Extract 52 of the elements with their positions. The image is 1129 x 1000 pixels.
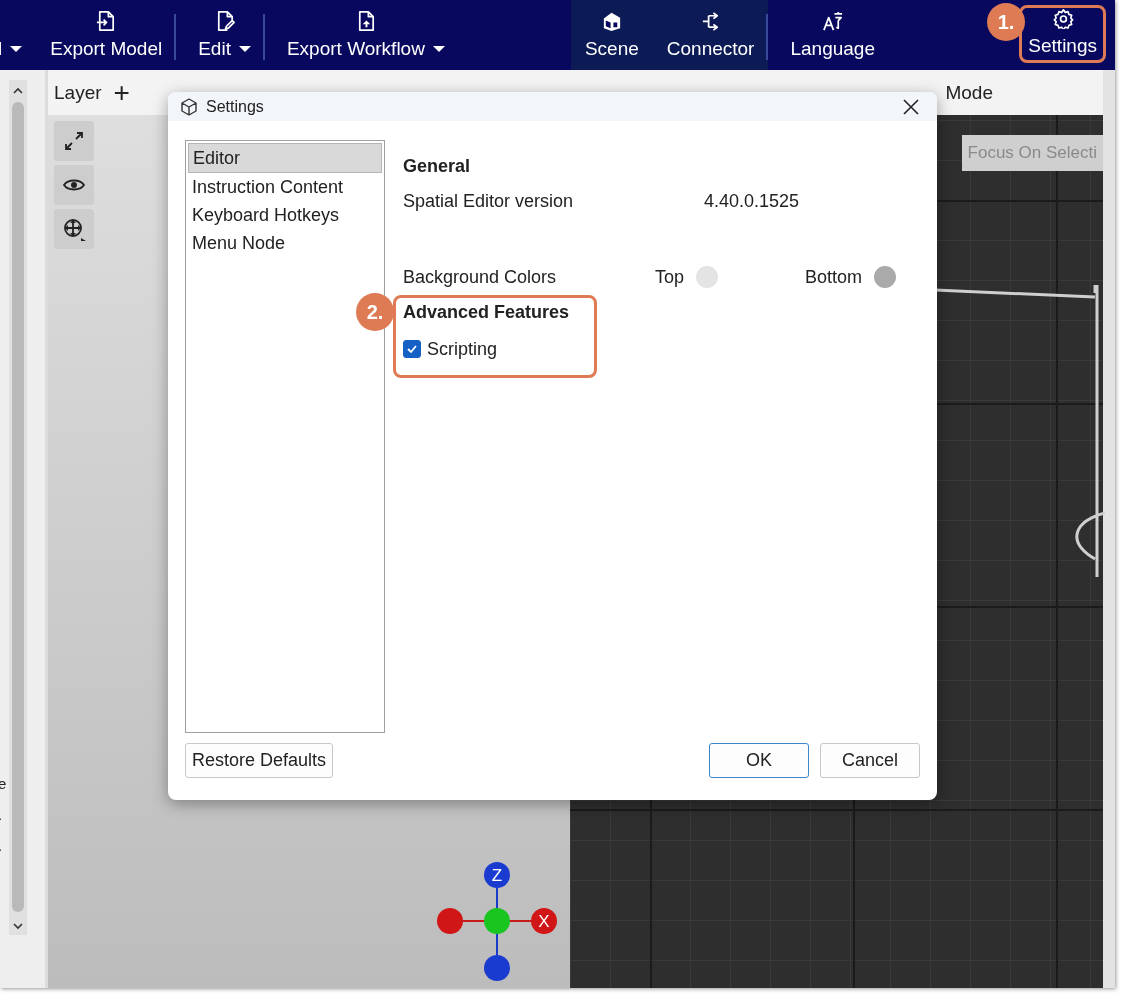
section-heading: General xyxy=(403,156,472,177)
section-heading: Advanced Features xyxy=(403,302,571,323)
step-badge: 2. xyxy=(356,293,394,332)
expand-icon xyxy=(62,129,86,153)
toolbar-button[interactable]: Export Workflow xyxy=(272,0,459,70)
axis-label: Z xyxy=(491,866,503,885)
toolbar-button[interactable]: Connector xyxy=(652,0,769,70)
color-swatch[interactable] xyxy=(696,266,719,289)
swatch-label: Bottom xyxy=(804,267,862,288)
nav-item[interactable]: Menu Node xyxy=(188,229,382,258)
toolbar-button[interactable]: Language xyxy=(776,0,889,70)
side-scrollbar[interactable] xyxy=(1103,70,1115,988)
toolbar-button[interactable]: l xyxy=(0,0,37,70)
tool-button[interactable] xyxy=(54,165,94,205)
nav-item[interactable]: Editor xyxy=(188,143,382,174)
scrollbar[interactable] xyxy=(9,80,27,935)
scroll-thumb[interactable] xyxy=(12,102,24,912)
swatch-label: Top xyxy=(655,267,685,288)
layer-label: Layer xyxy=(54,81,102,104)
check-icon xyxy=(406,343,418,356)
close-icon xyxy=(901,96,921,117)
color-swatch[interactable] xyxy=(874,266,896,289)
tool-button[interactable] xyxy=(54,209,94,249)
text-fragment: . xyxy=(0,837,4,854)
nav-item[interactable]: Keyboard Hotkeys xyxy=(188,201,382,230)
dialog-button[interactable]: OK xyxy=(709,743,809,779)
toolbar-button[interactable]: Export Model xyxy=(36,0,177,70)
add-layer-button[interactable]: + xyxy=(113,76,130,109)
caret-icon xyxy=(238,45,251,53)
cube-icon xyxy=(180,97,198,116)
axis-label: X xyxy=(538,912,550,931)
dialog-title: Settings xyxy=(206,97,265,116)
field-label: Background Colors xyxy=(403,267,558,288)
toolbar-button[interactable]: Scene xyxy=(570,0,653,70)
checkbox[interactable] xyxy=(403,340,421,359)
settings-icon xyxy=(1051,8,1074,29)
scroll-down-icon xyxy=(12,921,24,931)
caret-icon xyxy=(10,45,23,53)
checkbox-label: Scripting xyxy=(427,339,498,360)
field-value: 4.40.0.1525 xyxy=(704,191,800,212)
toolbar-button[interactable]: Edit xyxy=(184,0,265,70)
scroll-up-icon xyxy=(12,86,24,96)
caret-icon xyxy=(432,45,445,53)
nav-item[interactable]: Instruction Content xyxy=(188,173,382,202)
tool-button[interactable] xyxy=(54,121,94,161)
field-label: Spatial Editor version xyxy=(403,191,575,212)
translate-icon xyxy=(821,10,844,32)
text-fragment: . xyxy=(0,806,4,823)
dialog-button[interactable]: Restore Defaults xyxy=(185,743,334,779)
dialog-button[interactable]: Cancel xyxy=(820,743,920,779)
mode-label: Mode xyxy=(945,81,993,104)
move-icon xyxy=(62,217,86,241)
